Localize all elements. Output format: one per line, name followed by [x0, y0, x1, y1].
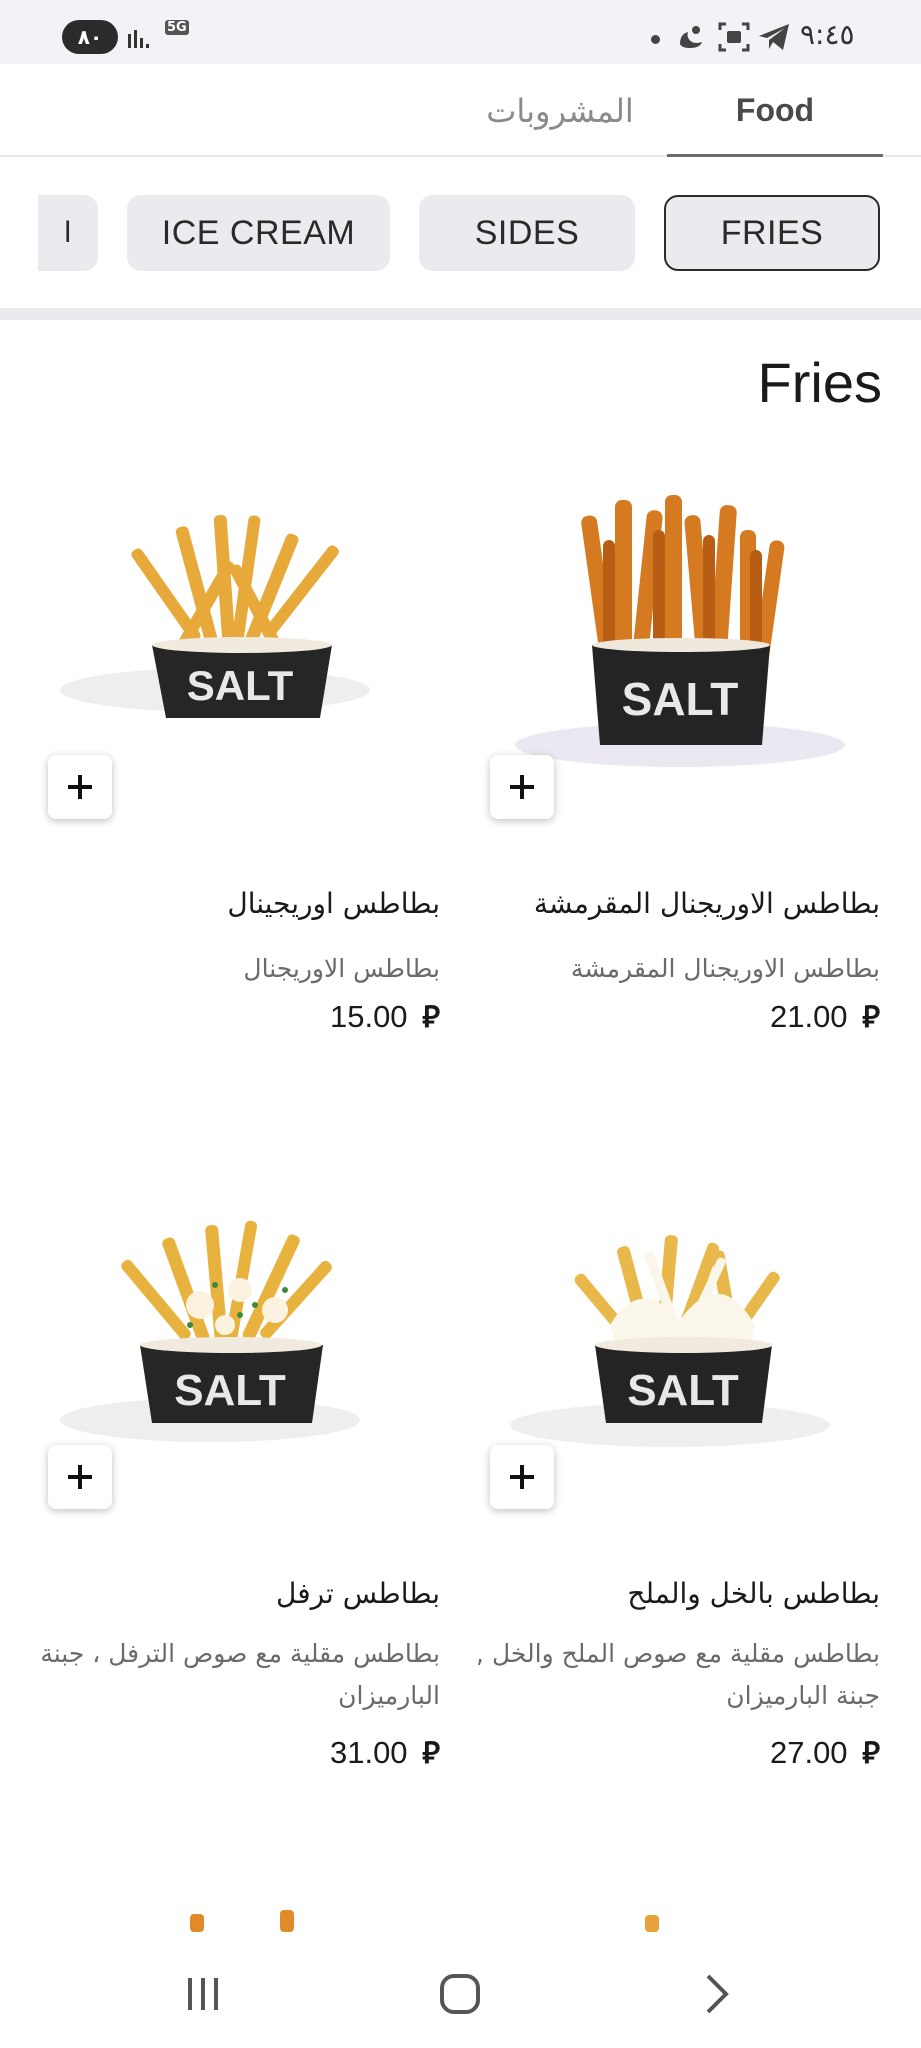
price-value: 21.00 [769, 999, 848, 1034]
chip-sides[interactable]: SIDES [419, 195, 635, 271]
svg-text:SALT: SALT [174, 1366, 286, 1415]
price-value: 31.00 [329, 1735, 408, 1770]
system-navigation-bar [0, 1932, 921, 2048]
product-card[interactable]: SALT بطاطس ترفل بطاطس مقلية مع صوص الترف… [40, 1155, 440, 1795]
product-price: 15.00 ⃁ [330, 997, 440, 1036]
dot-icon [651, 35, 660, 44]
add-button[interactable] [48, 755, 112, 819]
riyal-icon: ⃁ [422, 1737, 440, 1770]
product-price: 27.00 ⃁ [770, 1733, 880, 1772]
product-price: 31.00 ⃁ [330, 1733, 440, 1772]
product-card[interactable]: SALT بطاطس بالخل والملح بطاطس مقلية مع ص… [476, 1155, 880, 1795]
screen-capture-icon [718, 22, 750, 52]
product-title: بطاطس بالخل والملح [627, 1577, 880, 1610]
chip-ice-cream[interactable]: ICE CREAM [127, 195, 390, 271]
product-image-partial [645, 1915, 659, 1932]
add-button[interactable] [490, 755, 554, 819]
divider [0, 308, 921, 320]
tab-food[interactable]: Food [667, 64, 883, 159]
add-button[interactable] [48, 1445, 112, 1509]
home-icon[interactable] [438, 1972, 482, 2016]
price-value: 27.00 [769, 1735, 848, 1770]
back-icon[interactable] [700, 1972, 734, 2016]
svg-text:SALT: SALT [187, 662, 294, 709]
section-title: Fries [757, 351, 882, 414]
riyal-icon: ⃁ [862, 1737, 880, 1770]
riyal-icon: ⃁ [862, 1001, 880, 1034]
product-title: بطاطس ترفل [275, 1577, 440, 1610]
product-image-partial [190, 1910, 294, 1932]
top-tabs: Food المشروبات [0, 64, 921, 159]
product-description: بطاطس مقلية مع صوص الملح والخل , جبنة ال… [476, 1639, 880, 1710]
tab-drinks[interactable]: المشروبات [470, 64, 650, 157]
status-bar: ٨٠ 5G ٩:٤٥ [0, 0, 921, 64]
chip-fries[interactable]: FRIES [664, 195, 880, 271]
signal-icon [128, 30, 149, 48]
plus-icon [68, 1465, 92, 1489]
product-description: بطاطس الاوريجنال المقرمشة [570, 954, 880, 983]
telegram-icon [759, 24, 789, 50]
product-title: بطاطس الاوريجنال المقرمشة [533, 887, 880, 920]
svg-text:SALT: SALT [627, 1366, 739, 1415]
add-button[interactable] [490, 1445, 554, 1509]
product-price: 21.00 ⃁ [770, 997, 880, 1036]
plus-icon [510, 1465, 534, 1489]
moon-icon [680, 26, 702, 48]
battery-indicator: ٨٠ [62, 20, 118, 54]
price-value: 15.00 [329, 999, 408, 1034]
product-card[interactable]: SALT بطاطس الاوريجنال المقرمشة بطاطس الا… [480, 460, 880, 1060]
product-card[interactable]: SALT بطاطس اوريجينال بطاطس الاوريجنال 15… [40, 460, 440, 1060]
recent-apps-icon[interactable] [182, 1972, 224, 2014]
clock: ٩:٤٥ [800, 18, 855, 51]
category-chips: FRIES SIDES ICE CREAM l [0, 157, 921, 307]
riyal-icon: ⃁ [422, 1001, 440, 1034]
product-description: بطاطس الاوريجنال [243, 954, 440, 983]
product-description: بطاطس مقلية مع صوص الترفل ، جبنة البارمي… [40, 1639, 440, 1710]
plus-icon [68, 775, 92, 799]
network-5g-icon: 5G [165, 20, 189, 35]
product-title: بطاطس اوريجينال [227, 887, 440, 920]
plus-icon [510, 775, 534, 799]
svg-text:SALT: SALT [622, 673, 739, 725]
chip-partial[interactable]: l [38, 195, 98, 271]
